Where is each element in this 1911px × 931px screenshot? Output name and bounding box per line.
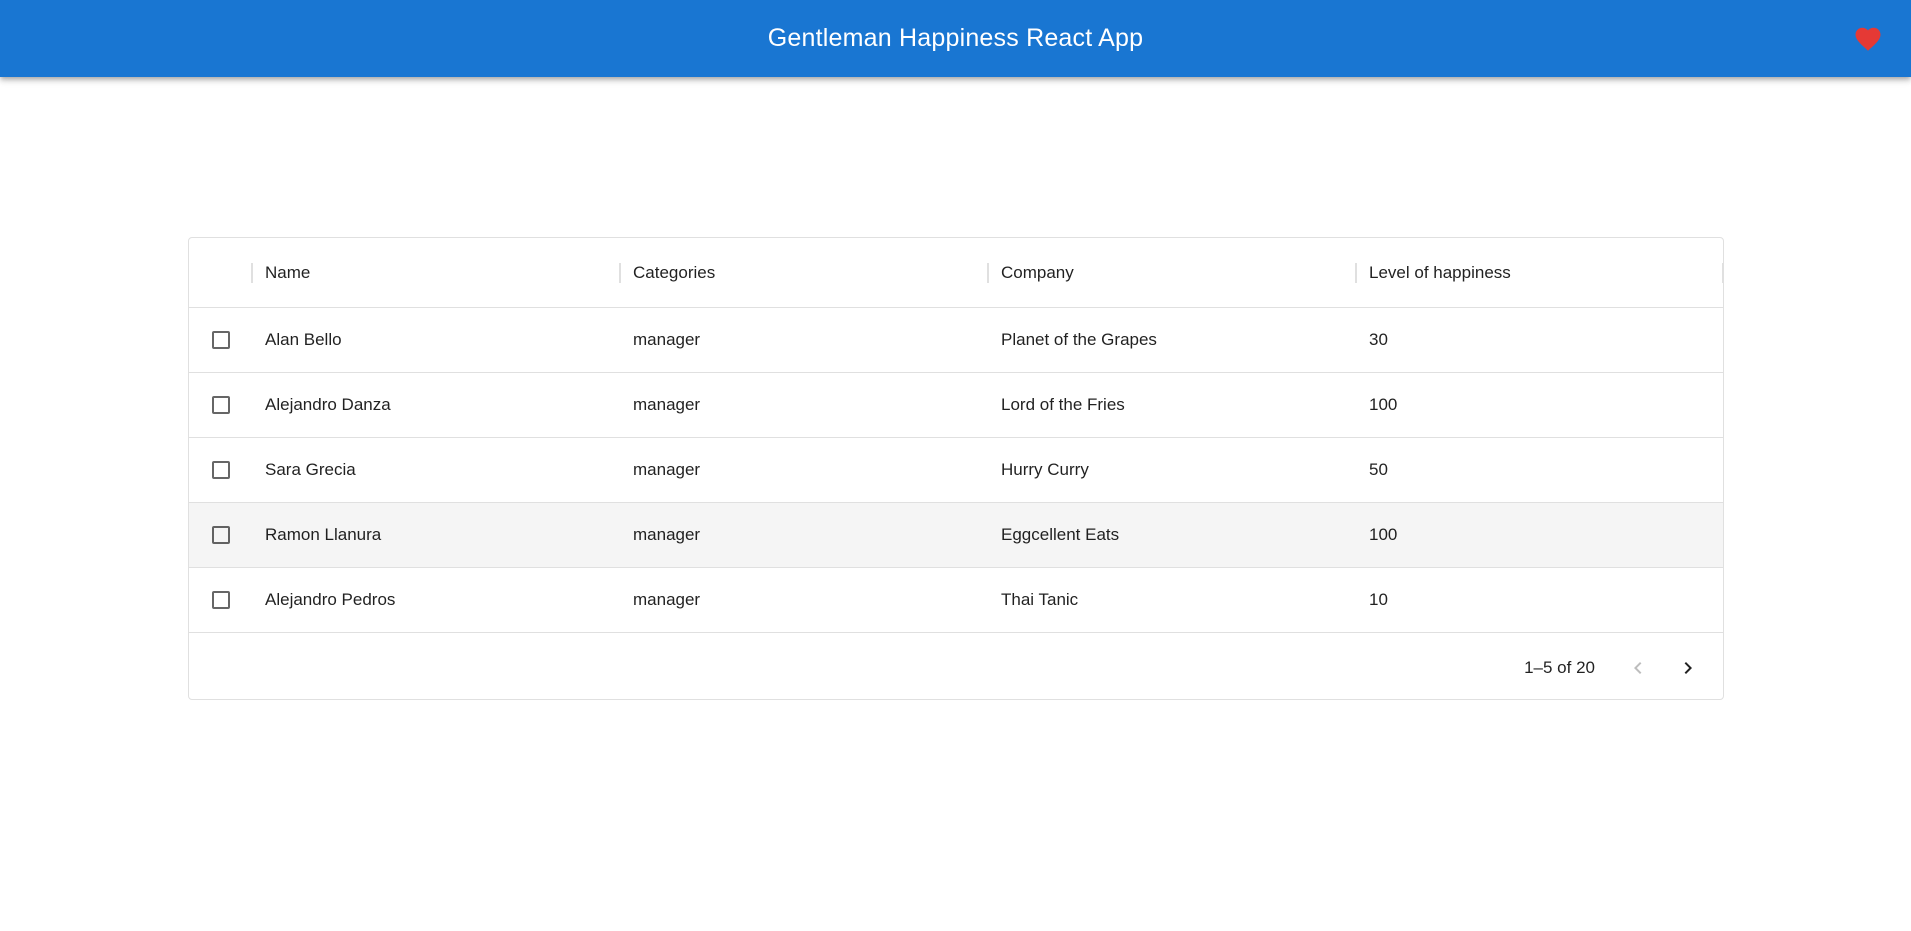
chevron-right-icon: [1684, 662, 1692, 674]
column-separator[interactable]: [1722, 263, 1723, 283]
cell-name: Alejandro Pedros: [265, 590, 396, 609]
cell-category: manager: [633, 330, 701, 349]
cell-category: manager: [633, 590, 701, 609]
cell-name: Alejandro Danza: [265, 395, 391, 414]
table-row[interactable]: Sara Grecia manager Hurry Curry 50: [189, 438, 1723, 503]
next-page-button[interactable]: [1671, 651, 1705, 685]
column-header-categories[interactable]: Categories: [633, 238, 715, 308]
previous-page-button[interactable]: [1621, 651, 1655, 685]
column-header-company[interactable]: Company: [1001, 238, 1074, 308]
cell-company: Eggcellent Eats: [1001, 525, 1120, 544]
grid-footer: 1–5 of 20: [189, 635, 1723, 699]
column-header-name[interactable]: Name: [265, 238, 310, 308]
cell-happiness: 30: [1369, 330, 1388, 349]
cell-happiness: 50: [1369, 460, 1388, 479]
column-header-happiness[interactable]: Level of happiness: [1369, 238, 1511, 308]
cell-name: Sara Grecia: [265, 460, 356, 479]
column-separator[interactable]: [619, 263, 621, 283]
app-bar: Gentleman Happiness React App: [0, 0, 1911, 77]
column-separator[interactable]: [987, 263, 989, 283]
cell-company: Lord of the Fries: [1001, 395, 1125, 414]
cell-category: manager: [633, 460, 701, 479]
column-separator[interactable]: [251, 263, 253, 283]
cell-category: manager: [633, 395, 701, 414]
app-title: Gentleman Happiness React App: [767, 24, 1144, 52]
cell-happiness: 100: [1369, 395, 1398, 414]
table-row[interactable]: Alan Bello manager Planet of the Grapes …: [189, 308, 1723, 373]
heart-icon: [1855, 27, 1881, 51]
column-separator[interactable]: [1355, 263, 1357, 283]
grid-header: Name Categories Company Level of happine…: [189, 238, 1723, 308]
cell-company: Hurry Curry: [1001, 460, 1089, 479]
chevron-left-icon: [1634, 662, 1642, 674]
cell-category: manager: [633, 525, 701, 544]
table-row[interactable]: Ramon Llanura manager Eggcellent Eats 10…: [189, 503, 1723, 568]
row-checkbox[interactable]: [212, 331, 230, 349]
cell-happiness: 10: [1369, 590, 1388, 609]
cell-name: Alan Bello: [265, 330, 342, 349]
cell-company: Planet of the Grapes: [1001, 330, 1157, 349]
pagination-range: 1–5 of 20: [1524, 658, 1595, 677]
table-row[interactable]: Alejandro Danza manager Lord of the Frie…: [189, 373, 1723, 438]
table-row[interactable]: Alejandro Pedros manager Thai Tanic 10: [189, 568, 1723, 633]
cell-happiness: 100: [1369, 525, 1398, 544]
row-checkbox[interactable]: [212, 526, 230, 544]
favorite-button[interactable]: [1849, 20, 1887, 58]
row-checkbox[interactable]: [212, 396, 230, 414]
cell-company: Thai Tanic: [1001, 590, 1079, 609]
row-checkbox[interactable]: [212, 461, 230, 479]
row-checkbox[interactable]: [212, 591, 230, 609]
cell-name: Ramon Llanura: [265, 525, 382, 544]
data-grid: Name Categories Company Level of happine…: [188, 237, 1724, 700]
